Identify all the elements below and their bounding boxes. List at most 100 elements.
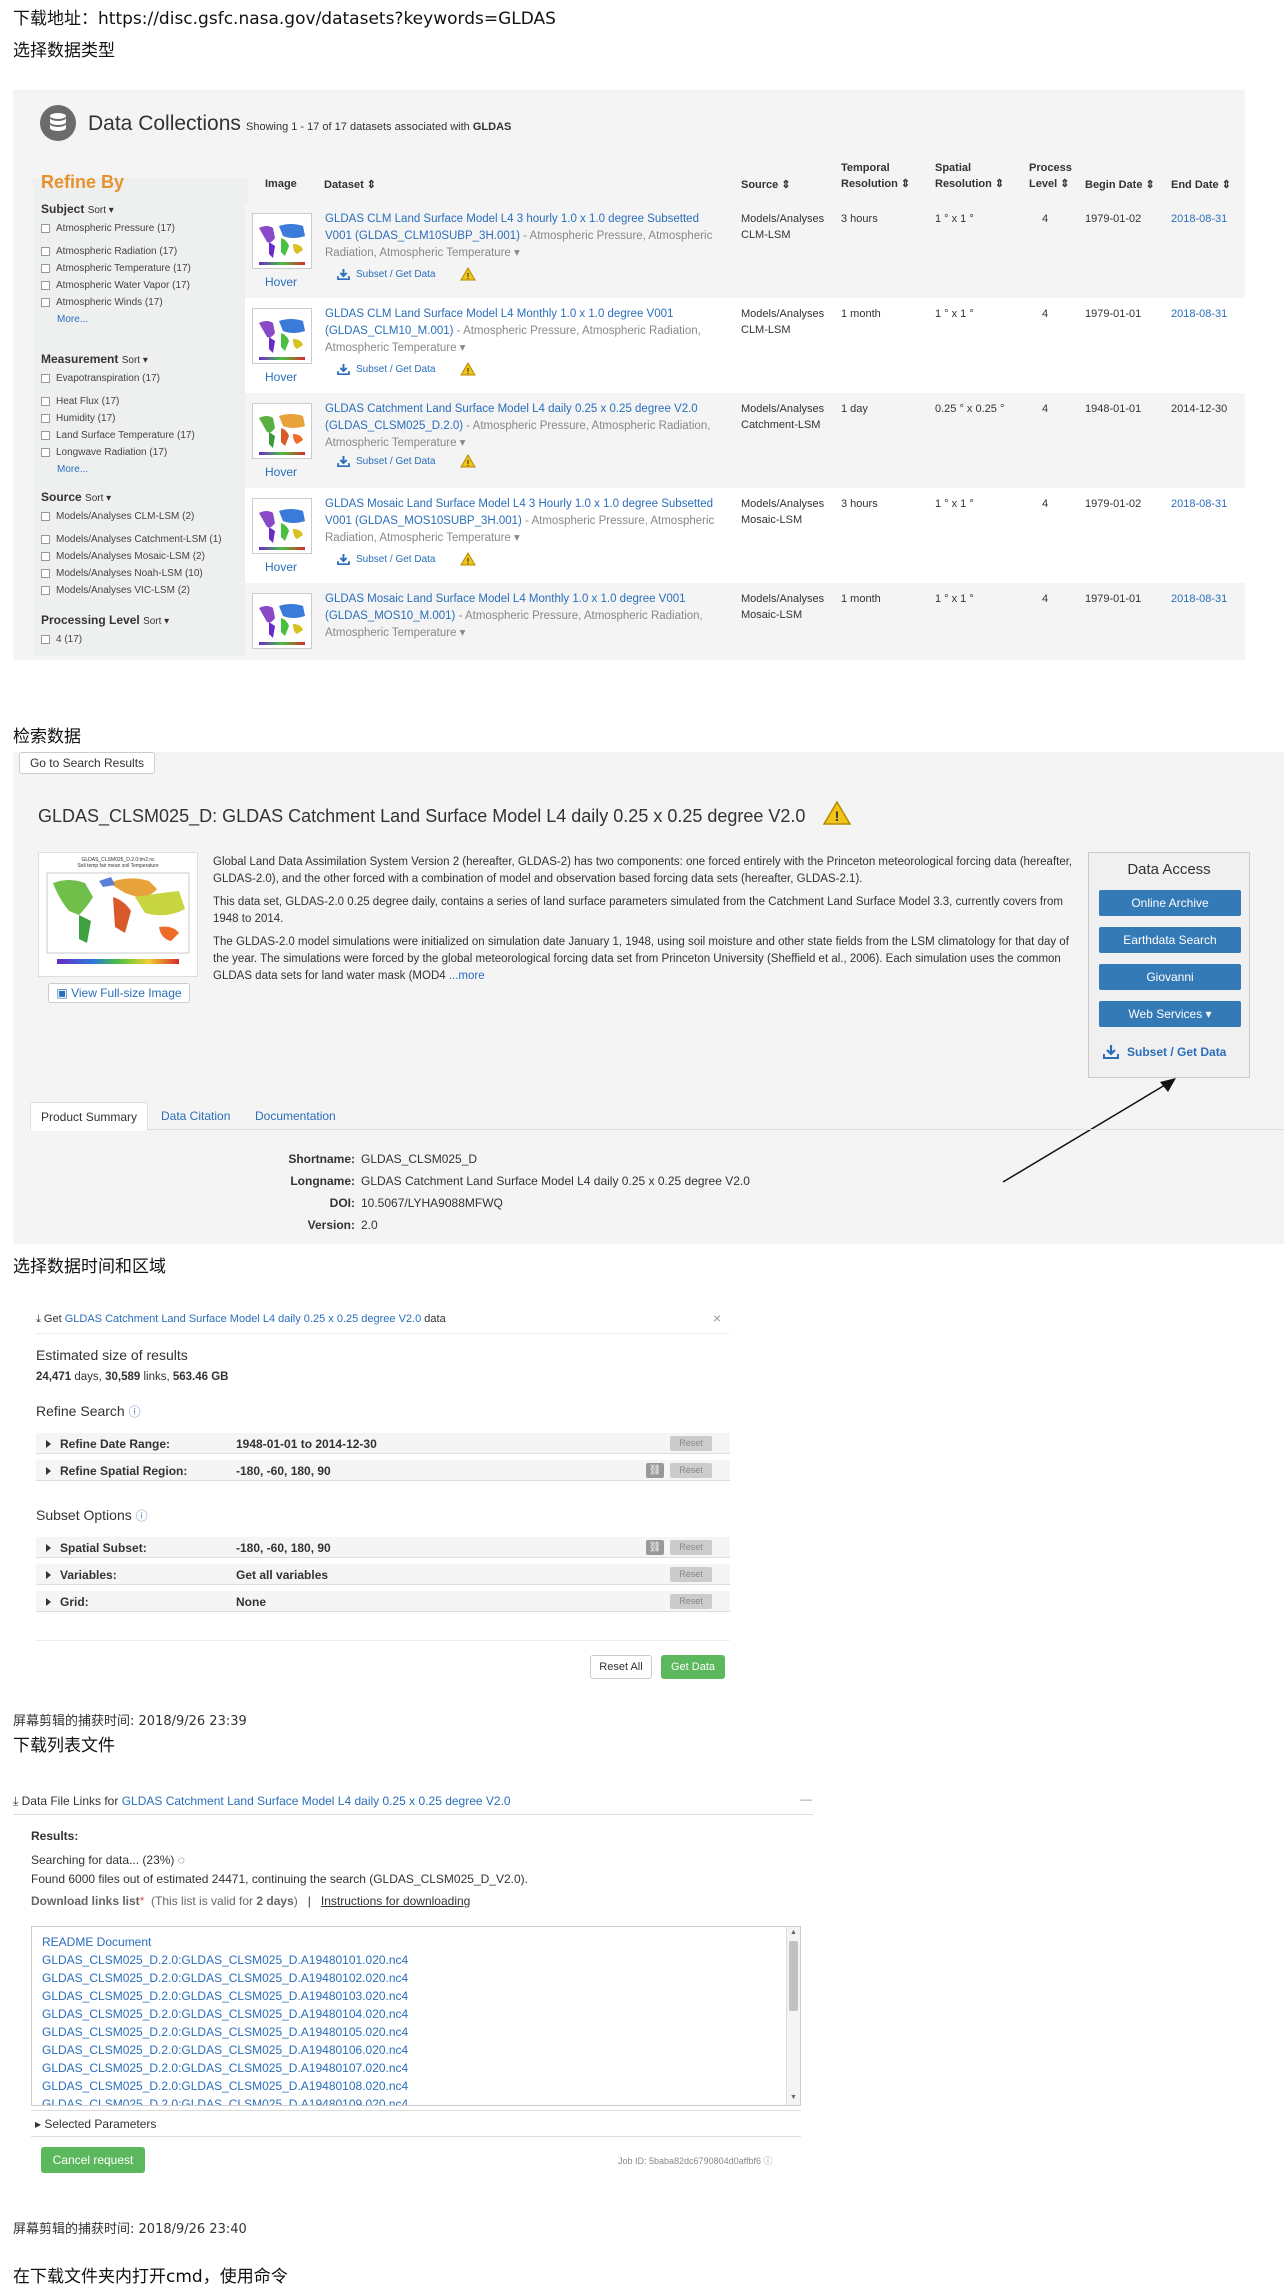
facet-checkbox-item[interactable]: Atmospheric Pressure (17) bbox=[41, 220, 241, 237]
file-link[interactable]: GLDAS_CLSM025_D.2.0:GLDAS_CLSM025_D.A194… bbox=[42, 2025, 408, 2039]
back-to-results-button[interactable]: Go to Search Results bbox=[19, 752, 155, 774]
accordion-row[interactable]: Variables: Get all variables Reset bbox=[36, 1564, 730, 1585]
hover-link[interactable]: Hover bbox=[265, 465, 297, 479]
col-temporal[interactable]: Temporal Resolution ⇕ bbox=[841, 160, 910, 192]
help-icon[interactable]: ⓘ bbox=[763, 2156, 772, 2166]
subset-get-data-link[interactable]: Subset / Get Data bbox=[337, 554, 436, 565]
reset-button[interactable]: Reset bbox=[670, 1594, 712, 1609]
checkbox[interactable] bbox=[41, 414, 50, 423]
checkbox[interactable] bbox=[41, 247, 50, 256]
end-date-cell[interactable]: 2018-08-31 bbox=[1171, 496, 1227, 512]
subset-get-data-link[interactable]: Subset / Get Data bbox=[1103, 1045, 1226, 1059]
file-link[interactable]: GLDAS_CLSM025_D.2.0:GLDAS_CLSM025_D.A194… bbox=[42, 2097, 408, 2105]
facet-checkbox-item[interactable]: Models/Analyses Mosaic-LSM (2) bbox=[41, 548, 241, 565]
checkbox[interactable] bbox=[41, 552, 50, 561]
dataset-title-link[interactable]: GLDAS Mosaic Land Surface Model L4 3 Hou… bbox=[325, 496, 725, 547]
facet-sort-toggle[interactable]: Sort ▾ bbox=[85, 493, 111, 504]
file-link[interactable]: GLDAS_CLSM025_D.2.0:GLDAS_CLSM025_D.A194… bbox=[42, 2043, 408, 2057]
online-archive-button[interactable]: Online Archive bbox=[1099, 890, 1241, 916]
scrollbar[interactable]: ▲ ▼ bbox=[786, 1927, 800, 2105]
subset-get-data-link[interactable]: Subset / Get Data bbox=[337, 269, 436, 280]
earthdata-search-button[interactable]: Earthdata Search bbox=[1099, 927, 1241, 953]
dataset-title-link[interactable]: GLDAS Mosaic Land Surface Model L4 Month… bbox=[325, 591, 725, 642]
facet-checkbox-item[interactable]: Evapotranspiration (17) bbox=[41, 370, 241, 387]
dataset-thumbnail[interactable] bbox=[252, 308, 312, 364]
close-icon[interactable]: × bbox=[713, 1310, 721, 1326]
checkbox[interactable] bbox=[41, 512, 50, 521]
facet-sort-toggle[interactable]: Sort ▾ bbox=[88, 205, 114, 216]
col-spatial[interactable]: Spatial Resolution ⇕ bbox=[935, 160, 1004, 192]
facet-checkbox-item[interactable]: Longwave Radiation (17) bbox=[41, 444, 241, 461]
help-icon[interactable]: ⓘ bbox=[129, 1405, 141, 1419]
warning-icon[interactable]: ! bbox=[823, 800, 851, 826]
dataset-title-link[interactable]: GLDAS CLM Land Surface Model L4 3 hourly… bbox=[325, 211, 725, 262]
checkbox[interactable] bbox=[41, 635, 50, 644]
dataset-preview-map[interactable]: GLDAS_CLSM025_D.2.0:tm2.nc Soil temp fai… bbox=[38, 852, 198, 977]
dataset-link[interactable]: GLDAS Catchment Land Surface Model L4 da… bbox=[122, 1794, 511, 1808]
expand-keywords-icon[interactable]: ▾ bbox=[456, 437, 466, 449]
accordion-row[interactable]: Refine Date Range: 1948-01-01 to 2014-12-… bbox=[36, 1433, 730, 1454]
checkbox[interactable] bbox=[41, 264, 50, 273]
accordion-row[interactable]: Refine Spatial Region: -180, -60, 180, 90… bbox=[36, 1460, 730, 1481]
checkbox[interactable] bbox=[41, 281, 50, 290]
facet-checkbox-item[interactable]: Land Surface Temperature (17) bbox=[41, 427, 241, 444]
col-dataset[interactable]: Dataset ⇕ bbox=[324, 178, 376, 191]
facet-more-link[interactable]: More... bbox=[57, 461, 241, 478]
end-date-cell[interactable]: 2018-08-31 bbox=[1171, 591, 1227, 607]
dataset-thumbnail[interactable] bbox=[252, 213, 312, 269]
checkbox[interactable] bbox=[41, 224, 50, 233]
scroll-down-icon[interactable]: ▼ bbox=[790, 2094, 797, 2101]
facet-sort-toggle[interactable]: Sort ▾ bbox=[143, 616, 169, 627]
reset-all-button[interactable]: Reset All bbox=[590, 1655, 652, 1679]
checkbox[interactable] bbox=[41, 374, 50, 383]
facet-checkbox-item[interactable]: Models/Analyses CLM-LSM (2) bbox=[41, 508, 241, 525]
checkbox[interactable] bbox=[41, 586, 50, 595]
readme-link[interactable]: README Document bbox=[42, 1935, 151, 1949]
file-link[interactable]: GLDAS_CLSM025_D.2.0:GLDAS_CLSM025_D.A194… bbox=[42, 1953, 408, 1967]
hover-link[interactable]: Hover bbox=[265, 560, 297, 574]
expand-keywords-icon[interactable]: ▾ bbox=[511, 247, 520, 259]
subset-get-data-link[interactable]: Subset / Get Data bbox=[337, 364, 436, 375]
hover-link[interactable]: Hover bbox=[265, 370, 297, 384]
warning-icon[interactable]: ! bbox=[460, 362, 476, 376]
help-icon[interactable]: ⓘ bbox=[136, 1509, 148, 1523]
tab-product-summary[interactable]: Product Summary bbox=[30, 1102, 149, 1131]
facet-checkbox-item[interactable]: Atmospheric Temperature (17) bbox=[41, 260, 241, 277]
checkbox[interactable] bbox=[41, 535, 50, 544]
warning-icon[interactable]: ! bbox=[460, 454, 476, 468]
reset-button[interactable]: Reset bbox=[670, 1567, 712, 1582]
download-links-list[interactable]: README Document GLDAS_CLSM025_D.2.0:GLDAS… bbox=[31, 1926, 801, 2106]
facet-more-link[interactable]: More... bbox=[57, 311, 241, 328]
facet-checkbox-item[interactable]: Heat Flux (17) bbox=[41, 393, 241, 410]
dataset-link[interactable]: GLDAS Catchment Land Surface Model L4 da… bbox=[65, 1313, 422, 1325]
reset-button[interactable]: Reset bbox=[670, 1540, 712, 1555]
scroll-up-icon[interactable]: ▲ bbox=[790, 1929, 797, 1936]
col-end[interactable]: End Date ⇕ bbox=[1171, 178, 1231, 191]
expand-keywords-icon[interactable]: ▾ bbox=[456, 342, 466, 354]
facet-sort-toggle[interactable]: Sort ▾ bbox=[122, 355, 148, 366]
file-link[interactable]: GLDAS_CLSM025_D.2.0:GLDAS_CLSM025_D.A194… bbox=[42, 2061, 408, 2075]
selected-params-toggle[interactable]: ▸ Selected Parameters bbox=[35, 2117, 156, 2131]
reset-button[interactable]: Reset bbox=[670, 1436, 712, 1451]
facet-checkbox-item[interactable]: Models/Analyses Noah-LSM (10) bbox=[41, 565, 241, 582]
col-level[interactable]: Process Level ⇕ bbox=[1029, 160, 1072, 192]
scrollbar-thumb[interactable] bbox=[789, 1941, 798, 2011]
checkbox[interactable] bbox=[41, 298, 50, 307]
reset-button[interactable]: Reset bbox=[670, 1463, 712, 1478]
expand-keywords-icon[interactable]: ▾ bbox=[456, 627, 466, 639]
file-link[interactable]: GLDAS_CLSM025_D.2.0:GLDAS_CLSM025_D.A194… bbox=[42, 2007, 408, 2021]
file-link[interactable]: GLDAS_CLSM025_D.2.0:GLDAS_CLSM025_D.A194… bbox=[42, 1989, 408, 2003]
expand-keywords-icon[interactable]: ▾ bbox=[511, 532, 520, 544]
file-link[interactable]: GLDAS_CLSM025_D.2.0:GLDAS_CLSM025_D.A194… bbox=[42, 2079, 408, 2093]
more-link[interactable]: ...more bbox=[449, 970, 485, 982]
web-services-button[interactable]: Web Services ▾ bbox=[1099, 1001, 1241, 1027]
get-data-button[interactable]: Get Data bbox=[661, 1655, 725, 1679]
hover-link[interactable]: Hover bbox=[265, 275, 297, 289]
tab-documentation[interactable]: Documentation bbox=[255, 1102, 336, 1130]
view-full-image-button[interactable]: ▣ View Full-size Image bbox=[48, 983, 190, 1003]
tab-data-citation[interactable]: Data Citation bbox=[161, 1102, 230, 1130]
instructions-link[interactable]: Instructions for downloading bbox=[321, 1894, 470, 1908]
accordion-row[interactable]: Grid: None Reset bbox=[36, 1591, 730, 1612]
minimize-icon[interactable]: — bbox=[800, 1792, 812, 1806]
link-icon[interactable]: ⛓ bbox=[646, 1463, 664, 1478]
